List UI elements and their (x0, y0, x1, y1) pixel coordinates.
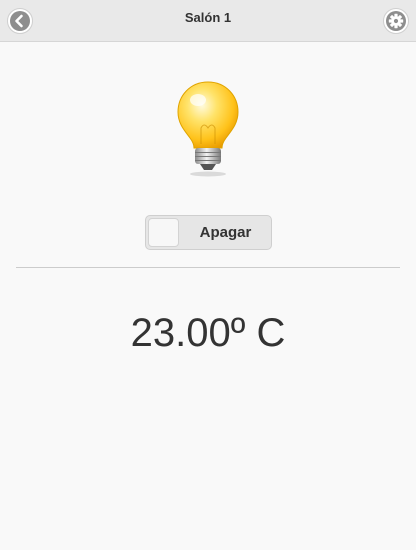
light-toggle-switch[interactable]: Apagar (145, 215, 272, 250)
header-bar: Salón 1 (0, 0, 416, 42)
settings-button[interactable] (383, 8, 409, 34)
page-title: Salón 1 (184, 10, 232, 25)
toggle-knob[interactable] (148, 218, 179, 247)
divider (16, 267, 400, 268)
lightbulb-icon (168, 74, 248, 180)
toggle-label: Apagar (199, 224, 252, 241)
temperature-readout: 23.00º C (130, 311, 286, 355)
gear-icon (388, 13, 404, 29)
